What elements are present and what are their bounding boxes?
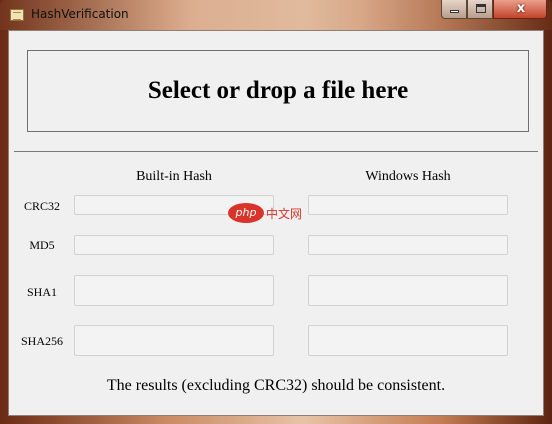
windows-crc32-field[interactable] [308,195,508,215]
windows-sha1-field[interactable] [308,275,508,306]
minimize-icon [450,10,459,13]
row-label-sha256: SHA256 [20,334,63,348]
watermark: php 中文网 [228,203,302,223]
results-note: The results (excluding CRC32) should be … [106,377,446,394]
windows-md5-field[interactable] [308,235,508,255]
builtin-md5-field[interactable] [74,235,274,255]
caption-buttons: x [441,0,547,20]
watermark-text: 中文网 [266,206,303,221]
drop-zone-label: Select or drop a file here [147,77,409,104]
app-icon [10,9,24,21]
row-label-crc32: CRC32 [23,199,60,213]
windows-sha256-field[interactable] [308,325,508,356]
app-window: HashVerification x Select or drop a file… [0,0,552,424]
column-header-windows-hash: Windows Hash [365,169,451,184]
builtin-sha1-field[interactable] [74,275,274,306]
maximize-icon [476,4,486,13]
minimize-button[interactable] [441,0,467,19]
watermark-logo: php [228,203,264,223]
maximize-button[interactable] [467,0,493,19]
client-area: Select or drop a file here Built-in Hash… [8,30,544,416]
column-header-builtin-hash: Built-in Hash [136,169,212,184]
close-icon: x [516,1,526,16]
separator-line [14,151,538,152]
close-button[interactable]: x [493,0,547,19]
builtin-sha256-field[interactable] [74,325,274,356]
window-title: HashVerification [31,7,129,21]
title-bar[interactable]: HashVerification x [0,0,552,30]
row-label-md5: MD5 [29,238,55,252]
file-drop-zone[interactable]: Select or drop a file here [27,50,529,132]
row-label-sha1: SHA1 [26,285,57,299]
